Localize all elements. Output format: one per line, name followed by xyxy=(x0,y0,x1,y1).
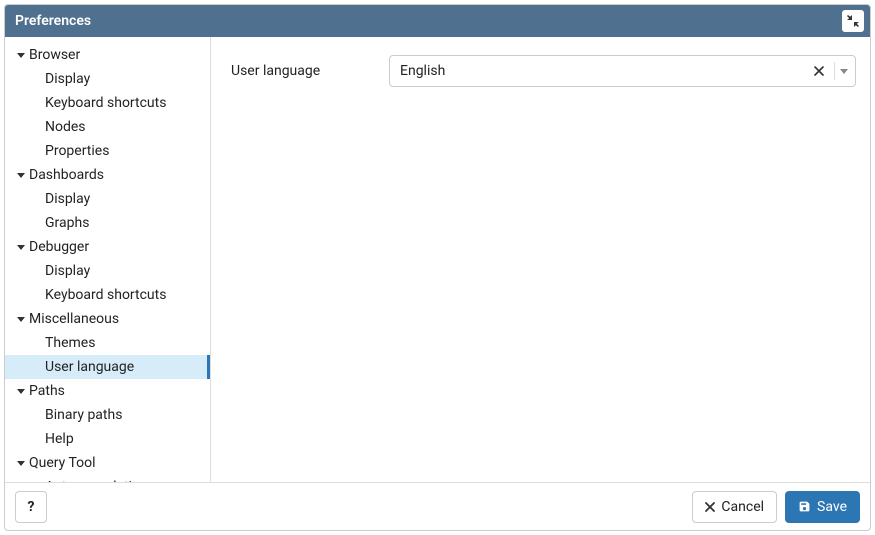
tree-group-label: Miscellaneous xyxy=(29,309,119,329)
chevron-down-icon xyxy=(15,458,27,468)
save-label: Save xyxy=(817,499,847,515)
sidebar-scroll[interactable]: BrowserDisplayKeyboard shortcutsNodesPro… xyxy=(5,37,210,482)
help-icon: ? xyxy=(28,499,35,515)
tree-group-label: Query Tool xyxy=(29,453,96,473)
tree-item[interactable]: Help xyxy=(5,427,210,451)
tree-item[interactable]: Binary paths xyxy=(5,403,210,427)
tree-group: DebuggerDisplayKeyboard shortcuts xyxy=(5,235,210,307)
chevron-down-icon xyxy=(15,50,27,60)
save-icon xyxy=(798,500,811,513)
tree-item[interactable]: Display xyxy=(5,259,210,283)
tree-group-label: Browser xyxy=(29,45,80,65)
chevron-down-icon[interactable] xyxy=(839,66,849,76)
maximize-icon xyxy=(847,15,859,27)
sidebar: BrowserDisplayKeyboard shortcutsNodesPro… xyxy=(5,37,211,482)
tree-group-header[interactable]: Dashboards xyxy=(5,163,210,187)
tree-group-label: Debugger xyxy=(29,237,89,257)
tree-group: Query ToolAuto completionCSV/TXT OutputD… xyxy=(5,451,210,482)
dialog-footer: ? Cancel Save xyxy=(5,482,870,530)
maximize-button[interactable] xyxy=(842,10,864,32)
chevron-down-icon xyxy=(15,386,27,396)
tree-item[interactable]: Nodes xyxy=(5,115,210,139)
user-language-select[interactable]: English xyxy=(389,55,856,87)
tree-group: DashboardsDisplayGraphs xyxy=(5,163,210,235)
help-button[interactable]: ? xyxy=(15,491,47,523)
tree-item[interactable]: Display xyxy=(5,187,210,211)
tree-group-label: Paths xyxy=(29,381,65,401)
clear-icon[interactable] xyxy=(814,66,832,76)
chevron-down-icon xyxy=(15,170,27,180)
tree-item[interactable]: Graphs xyxy=(5,211,210,235)
user-language-row: User language English xyxy=(231,55,856,87)
tree-group-header[interactable]: Browser xyxy=(5,43,210,67)
save-button[interactable]: Save xyxy=(785,491,860,523)
tree-item[interactable]: Themes xyxy=(5,331,210,355)
tree-group: MiscellaneousThemesUser language xyxy=(5,307,210,379)
dialog-titlebar: Preferences xyxy=(5,5,870,37)
main-panel: User language English xyxy=(211,37,870,482)
tree-group: PathsBinary pathsHelp xyxy=(5,379,210,451)
tree-item[interactable]: User language xyxy=(5,355,210,379)
tree-group-header[interactable]: Query Tool xyxy=(5,451,210,475)
dialog-title: Preferences xyxy=(15,13,842,29)
user-language-label: User language xyxy=(231,63,389,79)
cancel-label: Cancel xyxy=(721,499,764,515)
preferences-dialog: Preferences BrowserDisplayKeyboard short… xyxy=(4,4,871,531)
chevron-down-icon xyxy=(15,242,27,252)
user-language-value: English xyxy=(400,63,814,79)
select-divider xyxy=(834,62,835,80)
close-icon xyxy=(705,502,715,512)
cancel-button[interactable]: Cancel xyxy=(692,491,777,523)
dialog-body: BrowserDisplayKeyboard shortcutsNodesPro… xyxy=(5,37,870,482)
chevron-down-icon xyxy=(15,314,27,324)
tree-group-header[interactable]: Paths xyxy=(5,379,210,403)
tree-item[interactable]: Properties xyxy=(5,139,210,163)
tree-group-label: Dashboards xyxy=(29,165,104,185)
tree-item[interactable]: Auto completion xyxy=(5,475,210,482)
tree-item[interactable]: Keyboard shortcuts xyxy=(5,91,210,115)
tree-item[interactable]: Display xyxy=(5,67,210,91)
tree-item[interactable]: Keyboard shortcuts xyxy=(5,283,210,307)
tree-group: BrowserDisplayKeyboard shortcutsNodesPro… xyxy=(5,43,210,163)
tree-group-header[interactable]: Miscellaneous xyxy=(5,307,210,331)
tree-group-header[interactable]: Debugger xyxy=(5,235,210,259)
